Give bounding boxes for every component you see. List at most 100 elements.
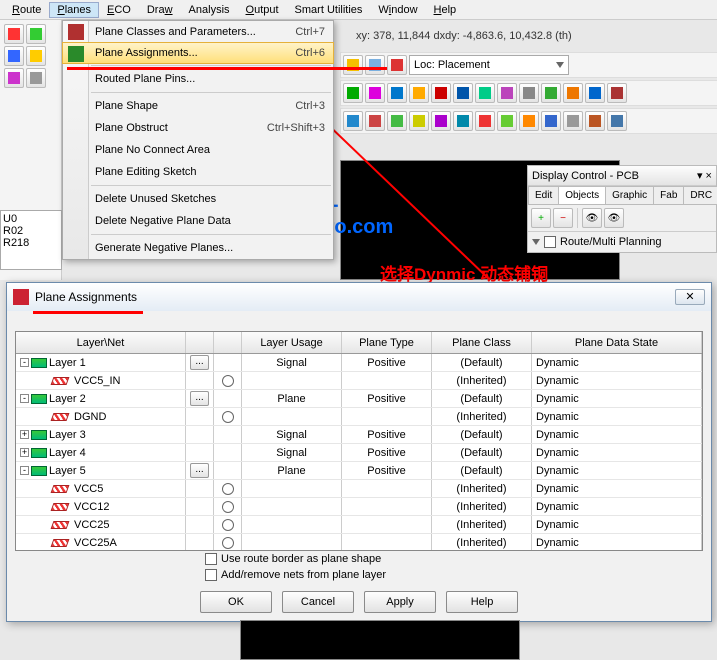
table-row[interactable]: VCC25(Inherited)Dynamic xyxy=(16,516,702,534)
tool-button[interactable] xyxy=(4,24,24,44)
cell-usage[interactable]: Signal xyxy=(242,444,342,461)
mi-plane-assignments[interactable]: Plane Assignments... Ctrl+6 xyxy=(62,42,334,64)
table-row[interactable]: DGND(Inherited)Dynamic xyxy=(16,408,702,426)
cell-pstate[interactable]: Dynamic xyxy=(532,498,702,515)
help-button[interactable]: Help xyxy=(446,591,518,613)
cell-pstate[interactable]: Dynamic xyxy=(532,372,702,389)
loc-selector[interactable]: Loc: Placement xyxy=(409,55,569,75)
cell-pstate[interactable]: Dynamic xyxy=(532,534,702,551)
mi-del-negative[interactable]: Delete Negative Plane Data xyxy=(63,210,333,232)
mi-del-unused[interactable]: Delete Unused Sketches xyxy=(63,188,333,210)
tool-button[interactable] xyxy=(475,83,495,103)
tool-button[interactable] xyxy=(4,68,24,88)
cell-pstate[interactable]: Dynamic xyxy=(532,426,702,443)
cell-ptype[interactable] xyxy=(342,498,432,515)
tool-button[interactable] xyxy=(387,111,407,131)
tool-button[interactable] xyxy=(563,111,583,131)
cell-pstate[interactable]: Dynamic xyxy=(532,408,702,425)
tab-graphic[interactable]: Graphic xyxy=(605,186,654,204)
tool-button[interactable] xyxy=(607,111,627,131)
eye-button[interactable]: 👁 xyxy=(582,208,602,228)
net-select-radio[interactable] xyxy=(222,501,234,513)
tool-button[interactable] xyxy=(431,83,451,103)
tool-button[interactable] xyxy=(453,83,473,103)
expand-icon[interactable] xyxy=(532,239,540,245)
net-select-radio[interactable] xyxy=(222,411,234,423)
col-pstate[interactable]: Plane Data State xyxy=(532,332,702,353)
menu-window[interactable]: Window xyxy=(370,2,425,18)
tool-button[interactable] xyxy=(475,111,495,131)
cell-ptype[interactable]: Positive xyxy=(342,462,432,479)
ok-button[interactable]: OK xyxy=(200,591,272,613)
tool-button[interactable] xyxy=(26,68,46,88)
col-usage[interactable]: Layer Usage xyxy=(242,332,342,353)
cell-usage[interactable] xyxy=(242,372,342,389)
browse-nets-button[interactable]: ... xyxy=(190,391,209,406)
mi-routed-pins[interactable]: Routed Plane Pins... xyxy=(63,68,333,90)
tool-button[interactable] xyxy=(585,111,605,131)
tool-button[interactable] xyxy=(365,55,385,75)
net-select-radio[interactable] xyxy=(222,483,234,495)
mi-plane-shape[interactable]: Plane ShapeCtrl+3 xyxy=(63,95,333,117)
cell-pstate[interactable]: Dynamic xyxy=(532,354,702,371)
menu-draw[interactable]: Draw xyxy=(139,2,181,18)
net-select-radio[interactable] xyxy=(222,375,234,387)
tool-button[interactable] xyxy=(585,83,605,103)
tab-edit[interactable]: Edit xyxy=(528,186,559,204)
cancel-button[interactable]: Cancel xyxy=(282,591,354,613)
table-row[interactable]: -Layer 2...PlanePositive(Default)Dynamic xyxy=(16,390,702,408)
tool-button[interactable] xyxy=(365,83,385,103)
net-list[interactable]: U0 R02 R218 xyxy=(0,210,62,270)
tool-button[interactable] xyxy=(387,55,407,75)
cell-ptype[interactable]: Positive xyxy=(342,426,432,443)
col-layernet[interactable]: Layer\Net xyxy=(16,332,186,353)
tool-button[interactable] xyxy=(4,46,24,66)
mi-plane-classes[interactable]: Plane Classes and Parameters... Ctrl+7 xyxy=(63,21,333,43)
tool-button[interactable] xyxy=(409,111,429,131)
eye-button[interactable]: 👁 xyxy=(604,208,624,228)
plus-button[interactable]: + xyxy=(531,208,551,228)
tool-button[interactable] xyxy=(563,83,583,103)
cell-pstate[interactable]: Dynamic xyxy=(532,480,702,497)
tool-button[interactable] xyxy=(343,55,363,75)
menu-output[interactable]: Output xyxy=(238,2,287,18)
table-row[interactable]: -Layer 1...SignalPositive(Default)Dynami… xyxy=(16,354,702,372)
cell-ptype[interactable] xyxy=(342,408,432,425)
tool-button[interactable] xyxy=(365,111,385,131)
expand-toggle[interactable]: + xyxy=(20,430,29,439)
tool-button[interactable] xyxy=(519,111,539,131)
cell-usage[interactable]: Signal xyxy=(242,354,342,371)
table-row[interactable]: VCC25A(Inherited)Dynamic xyxy=(16,534,702,551)
cell-usage[interactable] xyxy=(242,516,342,533)
cell-usage[interactable]: Plane xyxy=(242,390,342,407)
close-button[interactable]: ✕ xyxy=(675,289,705,305)
net-select-radio[interactable] xyxy=(222,537,234,549)
tool-button[interactable] xyxy=(26,46,46,66)
list-item[interactable]: R02 xyxy=(3,225,59,237)
tool-button[interactable] xyxy=(541,111,561,131)
cell-ptype[interactable] xyxy=(342,372,432,389)
expand-toggle[interactable]: - xyxy=(20,466,29,475)
menu-eco[interactable]: ECO xyxy=(99,2,139,18)
dialog-titlebar[interactable]: Plane Assignments ✕ xyxy=(7,283,711,311)
tab-drc[interactable]: DRC xyxy=(683,186,717,204)
menu-route[interactable]: RRouteoute xyxy=(4,2,49,18)
apply-button[interactable]: Apply xyxy=(364,591,436,613)
cell-ptype[interactable] xyxy=(342,516,432,533)
tool-button[interactable] xyxy=(343,83,363,103)
tab-objects[interactable]: Objects xyxy=(558,186,606,204)
table-row[interactable]: VCC5_IN(Inherited)Dynamic xyxy=(16,372,702,390)
tool-button[interactable] xyxy=(453,111,473,131)
tool-button[interactable] xyxy=(26,24,46,44)
table-row[interactable]: -Layer 5...PlanePositive(Default)Dynamic xyxy=(16,462,702,480)
cell-ptype[interactable] xyxy=(342,534,432,551)
cell-ptype[interactable]: Positive xyxy=(342,444,432,461)
cell-usage[interactable] xyxy=(242,534,342,551)
mi-plane-obstruct[interactable]: Plane ObstructCtrl+Shift+3 xyxy=(63,117,333,139)
cell-pstate[interactable]: Dynamic xyxy=(532,462,702,479)
add-remove-nets-checkbox[interactable] xyxy=(205,569,217,581)
browse-nets-button[interactable]: ... xyxy=(190,355,209,370)
cell-pstate[interactable]: Dynamic xyxy=(532,390,702,407)
tool-button[interactable] xyxy=(497,111,517,131)
cell-ptype[interactable]: Positive xyxy=(342,354,432,371)
